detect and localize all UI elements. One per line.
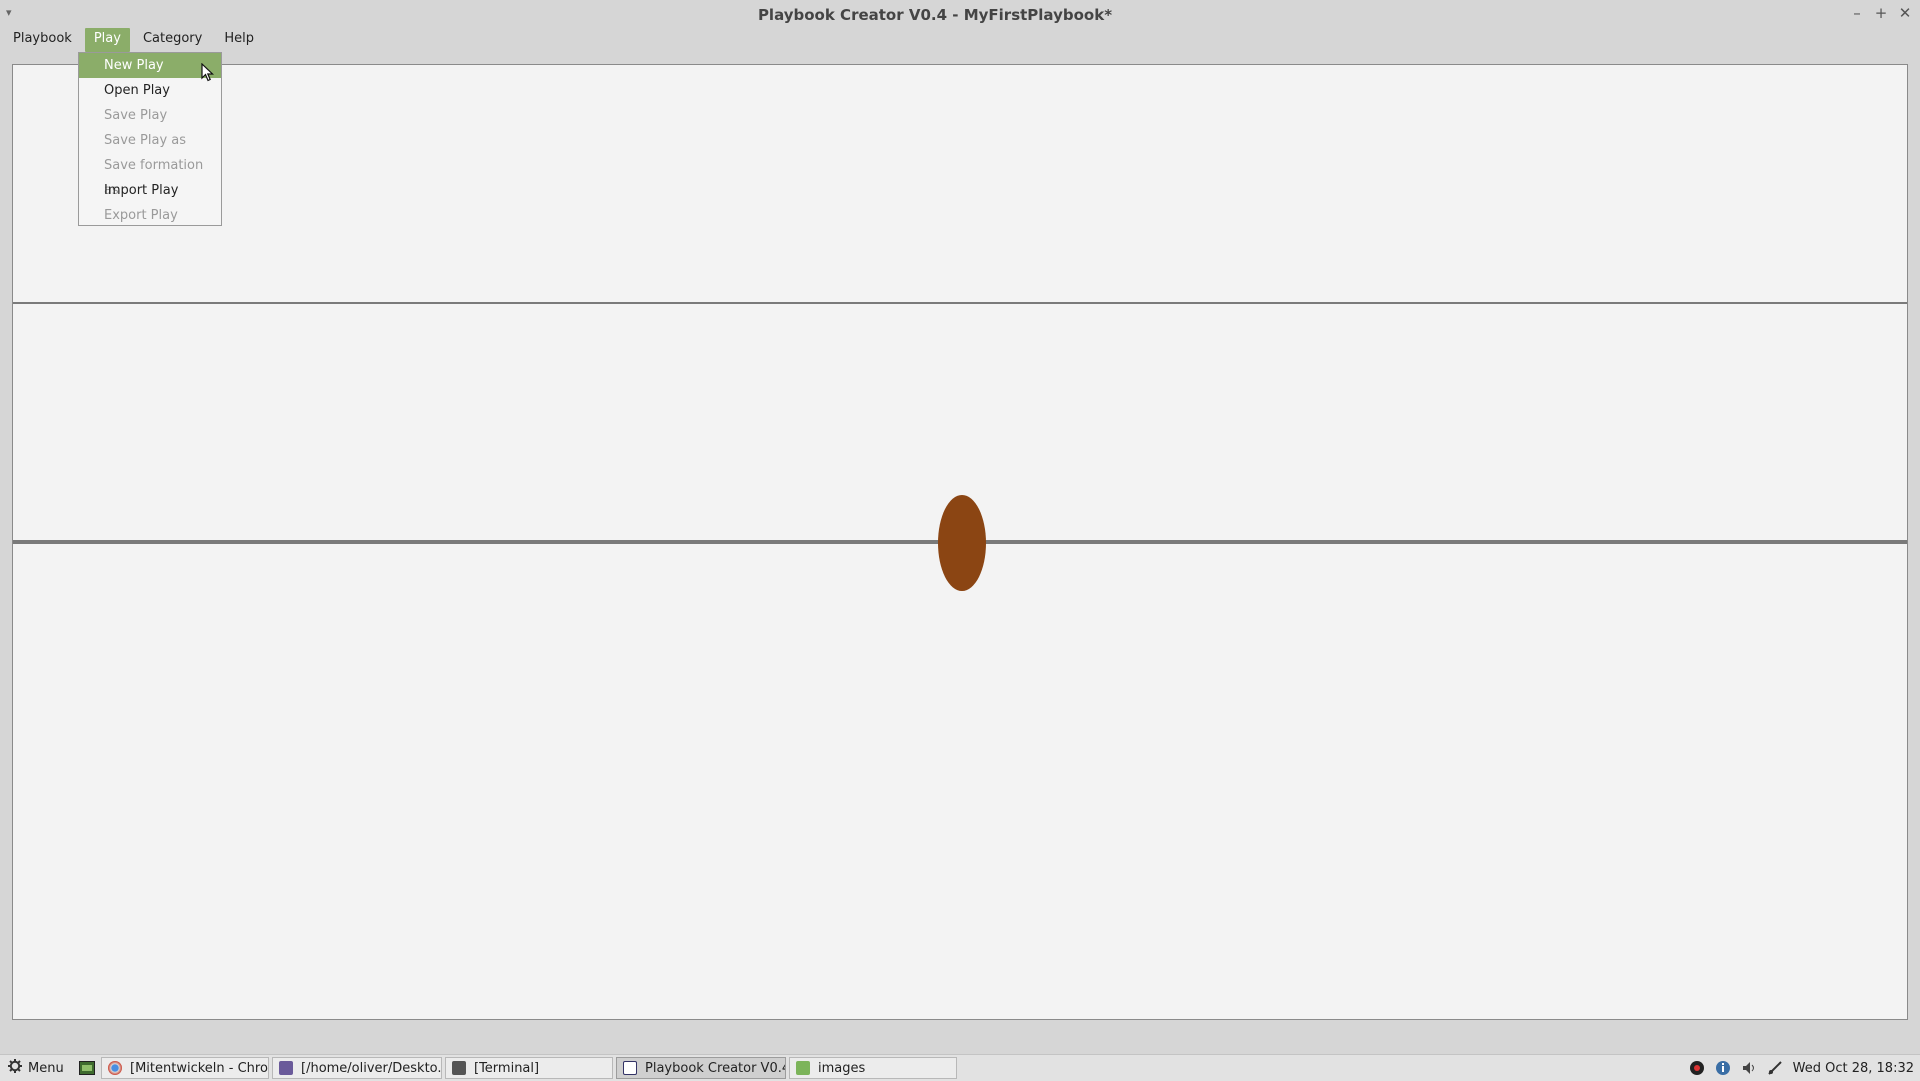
taskbar-item-chrome[interactable]: [Mitentwickeln - Chro...	[101, 1057, 269, 1079]
taskbar-item-label: [/home/oliver/Deskto...	[301, 1060, 442, 1076]
editor-icon	[279, 1061, 293, 1075]
network-icon[interactable]	[1767, 1060, 1783, 1076]
menu-help[interactable]: Help	[215, 28, 263, 52]
start-menu-button[interactable]: Menu	[0, 1059, 72, 1077]
play-field-canvas[interactable]	[12, 64, 1908, 1020]
app-window: ▾ Playbook Creator V0.4 - MyFirstPlayboo…	[0, 0, 1920, 1052]
menu-item-export-play: Export Play	[104, 208, 178, 223]
football-ball[interactable]	[938, 495, 986, 591]
taskbar-item-terminal[interactable]: [Terminal]	[445, 1057, 613, 1079]
show-desktop-icon[interactable]	[76, 1059, 98, 1077]
taskbar-item-editor[interactable]: [/home/oliver/Deskto...	[272, 1057, 442, 1079]
close-icon[interactable]: ✕	[1898, 4, 1912, 22]
window-title: Playbook Creator V0.4 - MyFirstPlaybook*	[757, 6, 1113, 24]
taskbar-item-playbook-creator[interactable]: Playbook Creator V0.4...	[616, 1057, 786, 1079]
taskbar: Menu [Mitentwickeln - Chro... [/home/oli…	[0, 1054, 1920, 1081]
system-tray: Wed Oct 28, 18:32	[1689, 1060, 1920, 1076]
menu-item-save-play: Save Play	[104, 108, 168, 123]
menu-category[interactable]: Category	[134, 28, 211, 52]
window-icon	[623, 1061, 637, 1075]
taskbar-item-images[interactable]: images	[789, 1057, 957, 1079]
chrome-icon	[108, 1061, 122, 1075]
info-icon[interactable]	[1715, 1060, 1731, 1076]
update-manager-icon[interactable]	[1689, 1060, 1705, 1076]
taskbar-item-label: [Terminal]	[474, 1060, 540, 1076]
yard-line-upper	[13, 302, 1907, 304]
terminal-icon	[452, 1061, 466, 1075]
start-menu-label: Menu	[28, 1060, 64, 1076]
menu-play[interactable]: Play	[84, 28, 130, 52]
menu-item-save-play-as: Save Play as	[104, 133, 187, 148]
menu-item-save-formation-as: Save formation as	[104, 158, 204, 198]
volume-icon[interactable]	[1741, 1060, 1757, 1076]
minimize-icon[interactable]: –	[1850, 4, 1864, 22]
title-bar[interactable]: ▾ Playbook Creator V0.4 - MyFirstPlayboo…	[0, 0, 1920, 28]
gear-icon	[8, 1059, 22, 1077]
maximize-icon[interactable]: +	[1874, 4, 1888, 22]
menu-bar: Playbook Play Category Help	[0, 28, 1920, 52]
menu-item-open-play[interactable]: Open Play	[79, 78, 221, 103]
clock[interactable]: Wed Oct 28, 18:32	[1793, 1061, 1914, 1076]
menu-item-import-play[interactable]: Import Play	[79, 178, 221, 203]
menu-item-new-play[interactable]: New Play	[79, 53, 221, 78]
taskbar-item-label: [Mitentwickeln - Chro...	[130, 1060, 269, 1076]
taskbar-item-label: images	[818, 1060, 866, 1076]
window-controls: – + ✕	[1850, 4, 1912, 22]
folder-icon	[796, 1061, 810, 1075]
taskbar-item-label: Playbook Creator V0.4...	[645, 1060, 785, 1076]
menu-playbook[interactable]: Playbook	[4, 28, 81, 52]
